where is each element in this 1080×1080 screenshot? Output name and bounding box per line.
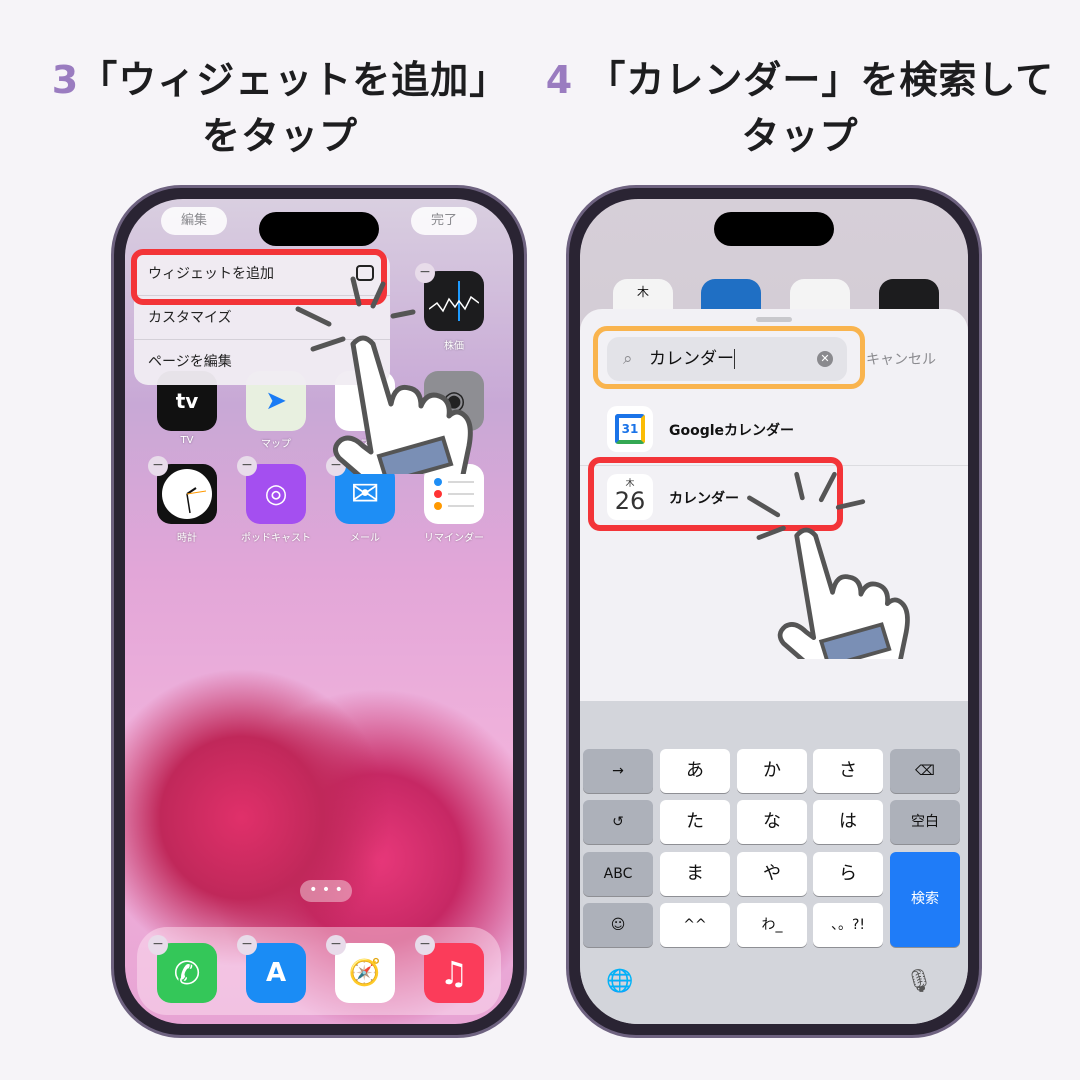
app-clock[interactable] — [157, 464, 217, 524]
dock-music[interactable]: ♫ — [424, 943, 484, 1003]
highlight-search-field — [593, 326, 865, 389]
dynamic-island — [259, 212, 379, 246]
remove-app-button[interactable]: − — [237, 935, 257, 955]
step-4-title: 4 「カレンダー」を検索して タップ — [520, 52, 1080, 164]
key[interactable]: ☺ — [583, 903, 653, 947]
left-phone: 編集 完了 − 株価 tv ➤ ◉ TV マップ ヘルスケア カメラ ◎ ✉ −… — [111, 185, 527, 1038]
search-key[interactable]: 検索 — [890, 852, 960, 947]
key[interactable]: た — [660, 800, 730, 844]
tap-hand-icon — [747, 471, 910, 659]
sheet-grabber[interactable] — [756, 317, 792, 322]
reminders-icon — [434, 478, 474, 510]
step-text: 「ウィジェットを追加」 — [79, 58, 509, 102]
tap-hand-icon — [295, 276, 473, 474]
app-label: TV — [180, 435, 194, 446]
key[interactable]: ABC — [583, 852, 653, 896]
done-button[interactable]: 完了 — [410, 207, 477, 235]
dock-safari[interactable]: 🧭 — [335, 943, 395, 1003]
dynamic-island — [714, 212, 834, 246]
cancel-button[interactable]: キャンセル — [866, 349, 936, 369]
globe-icon[interactable]: 🌐 — [606, 969, 633, 994]
right-phone: 木 ⌕ カレンダー ✕ キャンセル 31 Googleカレンダー 木 26 カレ… — [566, 185, 982, 1038]
key[interactable]: ↺ — [583, 800, 653, 844]
key[interactable]: 空白 — [890, 800, 960, 844]
result-google-calendar[interactable]: 31 Googleカレンダー — [607, 406, 968, 456]
page-indicator[interactable]: • • • — [300, 880, 352, 902]
remove-app-button[interactable]: − — [148, 456, 168, 476]
home-screen: 編集 完了 − 株価 tv ➤ ◉ TV マップ ヘルスケア カメラ ◎ ✉ −… — [125, 199, 513, 1024]
app-label: ポッドキャスト — [241, 533, 311, 544]
key[interactable]: ^^ — [660, 903, 730, 947]
key[interactable]: さ — [813, 749, 883, 793]
key[interactable]: あ — [660, 749, 730, 793]
remove-app-button[interactable]: − — [415, 935, 435, 955]
key[interactable]: や — [737, 852, 807, 896]
result-label: Googleカレンダー — [669, 423, 795, 439]
app-label: 時計 — [177, 533, 197, 544]
dock-app-store[interactable]: A — [246, 943, 306, 1003]
app-label: メール — [350, 533, 380, 544]
step-text: 「カレンダー」を検索して — [587, 58, 1055, 102]
step-number: 4 — [545, 58, 574, 102]
step-text: タップ — [741, 114, 859, 158]
step-number: 3 — [51, 58, 80, 102]
remove-app-button[interactable]: − — [237, 456, 257, 476]
key[interactable]: ま — [660, 852, 730, 896]
key[interactable]: ら — [813, 852, 883, 896]
google-calendar-icon: 31 — [607, 406, 653, 452]
step-text: をタップ — [201, 114, 358, 158]
key[interactable]: か — [737, 749, 807, 793]
google-calendar-date: 31 — [615, 414, 645, 444]
remove-app-button[interactable]: − — [148, 935, 168, 955]
remove-app-button[interactable]: − — [326, 935, 346, 955]
key[interactable]: 、。?! — [813, 903, 883, 947]
key[interactable]: は — [813, 800, 883, 844]
key[interactable]: → — [583, 749, 653, 793]
key[interactable]: わ_ — [737, 903, 807, 947]
japanese-keyboard: → あかさ ⌫ ↺ たなは空白 ABC まやら ☺ ^^ わ_、。?! 検索 🌐 🎙 — [580, 701, 968, 1024]
microphone-icon[interactable]: 🎙 — [905, 969, 933, 994]
dock-phone[interactable]: ✆ — [157, 943, 217, 1003]
search-screen: 木 ⌕ カレンダー ✕ キャンセル 31 Googleカレンダー 木 26 カレ… — [580, 199, 968, 1024]
key[interactable]: な — [737, 800, 807, 844]
clock-icon — [162, 469, 212, 519]
step-3-title: 3「ウィジェットを追加」 をタップ — [20, 52, 540, 164]
key[interactable]: ⌫ — [890, 749, 960, 793]
edit-button[interactable]: 編集 — [161, 207, 228, 235]
app-label: リマインダー — [424, 533, 484, 544]
